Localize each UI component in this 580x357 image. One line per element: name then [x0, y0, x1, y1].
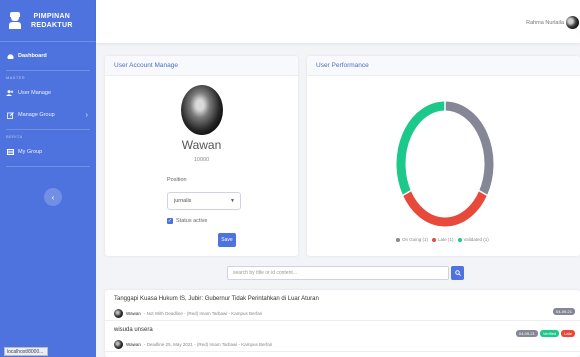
sidebar-item-label: Dashboard	[18, 53, 47, 59]
item-author: Wawan	[126, 341, 141, 347]
item-title[interactable]: wisuda unsera	[105, 321, 580, 337]
item-meta: Wawan - Deadline 25, May 2021 - (Red) Ima…	[105, 337, 580, 351]
status-badge: Verified	[539, 330, 560, 337]
search-button[interactable]	[451, 266, 464, 280]
user-tie-icon	[9, 12, 21, 29]
item-meta-text: - Not With Deadline - (Red) Imam Tarbawi…	[143, 310, 263, 316]
profile-id: 10000	[193, 157, 210, 163]
item-title[interactable]: Tanggapi Kuasa Hukum IS, Jubir: Gubernur…	[105, 290, 580, 306]
item-meta: Wawan - Not With Deadline - (Red) Imam Ta…	[105, 306, 580, 320]
position-select[interactable]: jurnalis ▼	[167, 192, 241, 210]
status-active-checkbox[interactable]: ✓	[167, 218, 173, 224]
legend-label: On Going (1)	[402, 237, 429, 242]
chevron-down-icon: ▼	[230, 198, 235, 204]
sidebar-item-my-group[interactable]: My Group	[0, 141, 96, 163]
status-bar-url: localhost/8000...	[4, 347, 48, 356]
item-meta-text: - Deadline 25, May 2021 - (Red) Imam Tar…	[143, 341, 273, 347]
search-input[interactable]: search by title or id content...	[227, 266, 449, 280]
donut-slice-late[interactable]	[402, 191, 488, 227]
item-author: Wawan	[126, 310, 141, 316]
chart-legend: On Going (1) Late (1) Validated (1)	[392, 237, 489, 242]
profile-name: Wawan	[181, 138, 222, 152]
sidebar-heading-master: MASTER	[6, 75, 26, 80]
legend-swatch	[457, 237, 462, 242]
brand-title: PIMPINAN REDAKTUR	[31, 12, 73, 30]
content-list: Tanggapi Kuasa Hukum IS, Jubir: Gubernur…	[105, 290, 580, 357]
list-item[interactable]: wisuda unsera Wawan - Deadline 25, May 202…	[105, 321, 580, 352]
status-badge: Late	[561, 330, 575, 337]
sidebar-item-label: My Group	[18, 149, 43, 155]
sidebar-item-user-manage[interactable]: User Manage	[0, 82, 96, 104]
sidebar-toggle-button[interactable]: ‹	[44, 188, 62, 206]
topbar-user-name[interactable]: Rahma Nurlaila	[526, 20, 564, 26]
profile-avatar	[181, 85, 223, 135]
topbar: Rahma Nurlaila	[96, 0, 580, 43]
legend-label: Validated (1)	[463, 237, 489, 242]
position-select-value: jurnalis	[174, 198, 192, 204]
performance-donut-chart	[396, 100, 494, 227]
sidebar: PIMPINAN REDAKTUR Dashboard MASTER User …	[0, 0, 96, 357]
chevron-right-icon: ›	[85, 111, 88, 119]
status-active-row[interactable]: ✓ Status active	[167, 218, 208, 224]
item-badges: 04-09-21	[551, 308, 575, 315]
status-badge: 04-09-21	[552, 308, 575, 315]
save-button[interactable]: Save	[218, 233, 236, 247]
brand[interactable]: PIMPINAN REDAKTUR	[0, 0, 96, 42]
card-title: User Account Manage	[105, 56, 298, 76]
user-account-card: User Account Manage Wawan 10000 Position…	[105, 56, 298, 256]
legend-swatch	[396, 237, 400, 242]
sidebar-divider	[6, 166, 90, 167]
sidebar-item-manage-group[interactable]: Manage Group ›	[0, 104, 96, 126]
sidebar-divider	[6, 70, 90, 71]
sidebar-item-label: Manage Group	[18, 112, 55, 118]
avatar	[114, 339, 123, 349]
search-icon	[454, 270, 461, 276]
avatar[interactable]	[566, 16, 579, 29]
edit-icon	[6, 111, 14, 119]
list-icon	[6, 149, 14, 156]
sidebar-heading-berita: BERITA	[6, 134, 23, 139]
status-active-label: Status active	[176, 218, 208, 224]
legend-label: Late (1)	[438, 237, 454, 242]
donut-slice-validated[interactable]	[396, 101, 446, 195]
item-badges: 04-09-21 Verified Late	[514, 330, 575, 337]
card-title: User Performance	[307, 56, 580, 76]
brand-line-1: PIMPINAN	[33, 12, 71, 20]
list-item[interactable]: Tanggapi Kuasa Hukum IS, Jubir: Gubernur…	[105, 290, 580, 321]
brand-line-2: REDAKTUR	[31, 21, 73, 29]
position-label: Position	[167, 177, 187, 183]
user-performance-card: User Performance On Going (1) Late (1) Val…	[307, 56, 580, 256]
donut-slice-on-going[interactable]	[444, 101, 494, 195]
dashboard-icon	[6, 53, 14, 60]
avatar	[114, 308, 123, 318]
sidebar-item-label: User Manage	[18, 90, 52, 96]
legend-swatch	[432, 237, 437, 242]
chevron-left-icon: ‹	[51, 192, 55, 202]
status-badge: 04-09-21	[515, 330, 538, 337]
sidebar-item-dashboard[interactable]: Dashboard	[0, 45, 96, 67]
sidebar-divider	[6, 129, 90, 130]
users-icon	[6, 90, 14, 97]
